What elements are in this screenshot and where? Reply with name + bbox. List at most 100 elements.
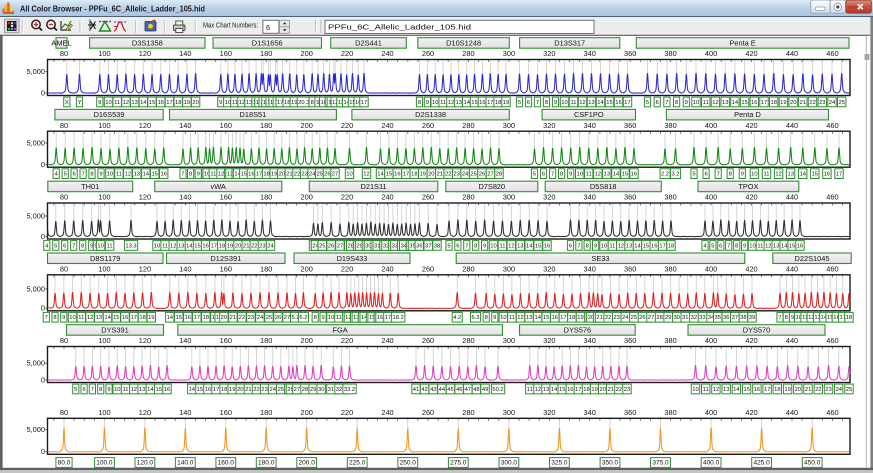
svg-text:8: 8 xyxy=(675,100,678,106)
svg-text:22: 22 xyxy=(239,315,245,321)
svg-text:10: 10 xyxy=(500,315,506,321)
svg-text:8: 8 xyxy=(545,100,548,106)
svg-text:120: 120 xyxy=(139,408,151,417)
svg-text:14: 14 xyxy=(147,387,154,393)
svg-text:460: 460 xyxy=(826,49,838,58)
svg-text:46: 46 xyxy=(456,387,462,393)
svg-text:13.3: 13.3 xyxy=(125,243,136,249)
svg-text:15: 15 xyxy=(151,172,157,178)
svg-text:20: 20 xyxy=(790,100,796,106)
svg-text:100: 100 xyxy=(98,193,110,202)
svg-text:360: 360 xyxy=(624,264,636,273)
svg-text:160.0: 160.0 xyxy=(218,460,235,467)
svg-text:23: 23 xyxy=(248,315,254,321)
svg-text:27: 27 xyxy=(487,172,493,178)
svg-text:19: 19 xyxy=(780,100,786,106)
svg-text:18: 18 xyxy=(668,243,674,249)
svg-text:14: 14 xyxy=(186,243,193,249)
svg-text:4.2: 4.2 xyxy=(453,315,461,321)
svg-text:20: 20 xyxy=(428,172,434,178)
svg-text:8: 8 xyxy=(311,100,314,106)
svg-text:27: 27 xyxy=(332,172,338,178)
svg-text:13: 13 xyxy=(517,243,523,249)
svg-text:11: 11 xyxy=(586,172,592,178)
svg-text:17: 17 xyxy=(764,387,770,393)
svg-text:D2S1338: D2S1338 xyxy=(415,110,446,119)
svg-text:12: 12 xyxy=(765,243,771,249)
svg-text:320: 320 xyxy=(543,264,555,273)
svg-text:16: 16 xyxy=(158,100,164,106)
svg-text:7: 7 xyxy=(181,172,184,178)
svg-text:160: 160 xyxy=(220,336,232,345)
svg-text:20: 20 xyxy=(237,387,243,393)
svg-text:11: 11 xyxy=(757,243,763,249)
svg-text:DYS391: DYS391 xyxy=(101,326,129,335)
svg-text:18: 18 xyxy=(569,315,575,321)
svg-text:19: 19 xyxy=(591,387,597,393)
svg-text:180: 180 xyxy=(260,121,272,130)
svg-text:8: 8 xyxy=(560,172,563,178)
svg-text:16: 16 xyxy=(754,387,760,393)
svg-text:17: 17 xyxy=(575,387,581,393)
svg-text:17: 17 xyxy=(659,243,665,249)
svg-text:16: 16 xyxy=(394,172,400,178)
svg-text:20: 20 xyxy=(599,387,605,393)
svg-text:23: 23 xyxy=(261,387,267,393)
svg-text:11: 11 xyxy=(336,315,342,321)
svg-text:9: 9 xyxy=(197,172,200,178)
svg-text:D12S391: D12S391 xyxy=(210,254,241,263)
svg-text:10: 10 xyxy=(692,387,698,393)
svg-text:18: 18 xyxy=(774,387,780,393)
svg-text:14: 14 xyxy=(104,315,111,321)
svg-text:380: 380 xyxy=(664,121,676,130)
svg-text:5: 5 xyxy=(447,243,450,249)
svg-text:100: 100 xyxy=(98,49,110,58)
svg-text:120: 120 xyxy=(139,264,151,273)
svg-text:15: 15 xyxy=(789,243,795,249)
svg-text:6: 6 xyxy=(719,243,722,249)
svg-text:28: 28 xyxy=(302,387,308,393)
svg-text:17: 17 xyxy=(403,172,409,178)
svg-text:0: 0 xyxy=(41,304,45,313)
svg-text:6: 6 xyxy=(704,172,707,178)
svg-text:120: 120 xyxy=(139,49,151,58)
svg-text:320: 320 xyxy=(543,193,555,202)
svg-text:FGA: FGA xyxy=(332,326,347,335)
svg-text:80: 80 xyxy=(60,264,68,273)
svg-text:9: 9 xyxy=(98,100,101,106)
svg-text:5: 5 xyxy=(646,100,649,106)
svg-text:7: 7 xyxy=(72,243,75,249)
svg-text:35: 35 xyxy=(714,315,720,321)
svg-text:24: 24 xyxy=(267,243,274,249)
svg-text:12: 12 xyxy=(218,172,224,178)
svg-text:19: 19 xyxy=(271,172,277,178)
svg-text:200: 200 xyxy=(301,121,313,130)
svg-text:16: 16 xyxy=(185,315,191,321)
svg-text:8: 8 xyxy=(53,315,56,321)
svg-text:240: 240 xyxy=(381,336,393,345)
svg-text:D8S1179: D8S1179 xyxy=(90,254,120,263)
svg-text:21: 21 xyxy=(243,243,249,249)
svg-text:27: 27 xyxy=(294,387,300,393)
svg-text:13: 13 xyxy=(134,172,140,178)
svg-text:440: 440 xyxy=(786,264,798,273)
svg-text:20.3: 20.3 xyxy=(298,100,309,106)
svg-text:13: 13 xyxy=(178,243,184,249)
svg-text:13: 13 xyxy=(626,243,632,249)
svg-text:180: 180 xyxy=(260,408,272,417)
svg-text:13: 13 xyxy=(604,172,610,178)
svg-text:9: 9 xyxy=(62,315,65,321)
svg-text:12: 12 xyxy=(517,315,523,321)
svg-text:460: 460 xyxy=(826,408,838,417)
svg-text:225.0: 225.0 xyxy=(349,460,366,467)
svg-text:280: 280 xyxy=(462,408,474,417)
svg-text:17: 17 xyxy=(624,100,630,106)
svg-text:DYS576: DYS576 xyxy=(564,326,592,335)
svg-text:400.0: 400.0 xyxy=(703,460,720,467)
svg-text:11: 11 xyxy=(609,243,615,249)
svg-text:7: 7 xyxy=(465,243,468,249)
svg-text:D10S1248: D10S1248 xyxy=(446,39,481,48)
svg-text:440: 440 xyxy=(786,408,798,417)
svg-text:16: 16 xyxy=(824,172,830,178)
svg-text:220: 220 xyxy=(341,408,353,417)
